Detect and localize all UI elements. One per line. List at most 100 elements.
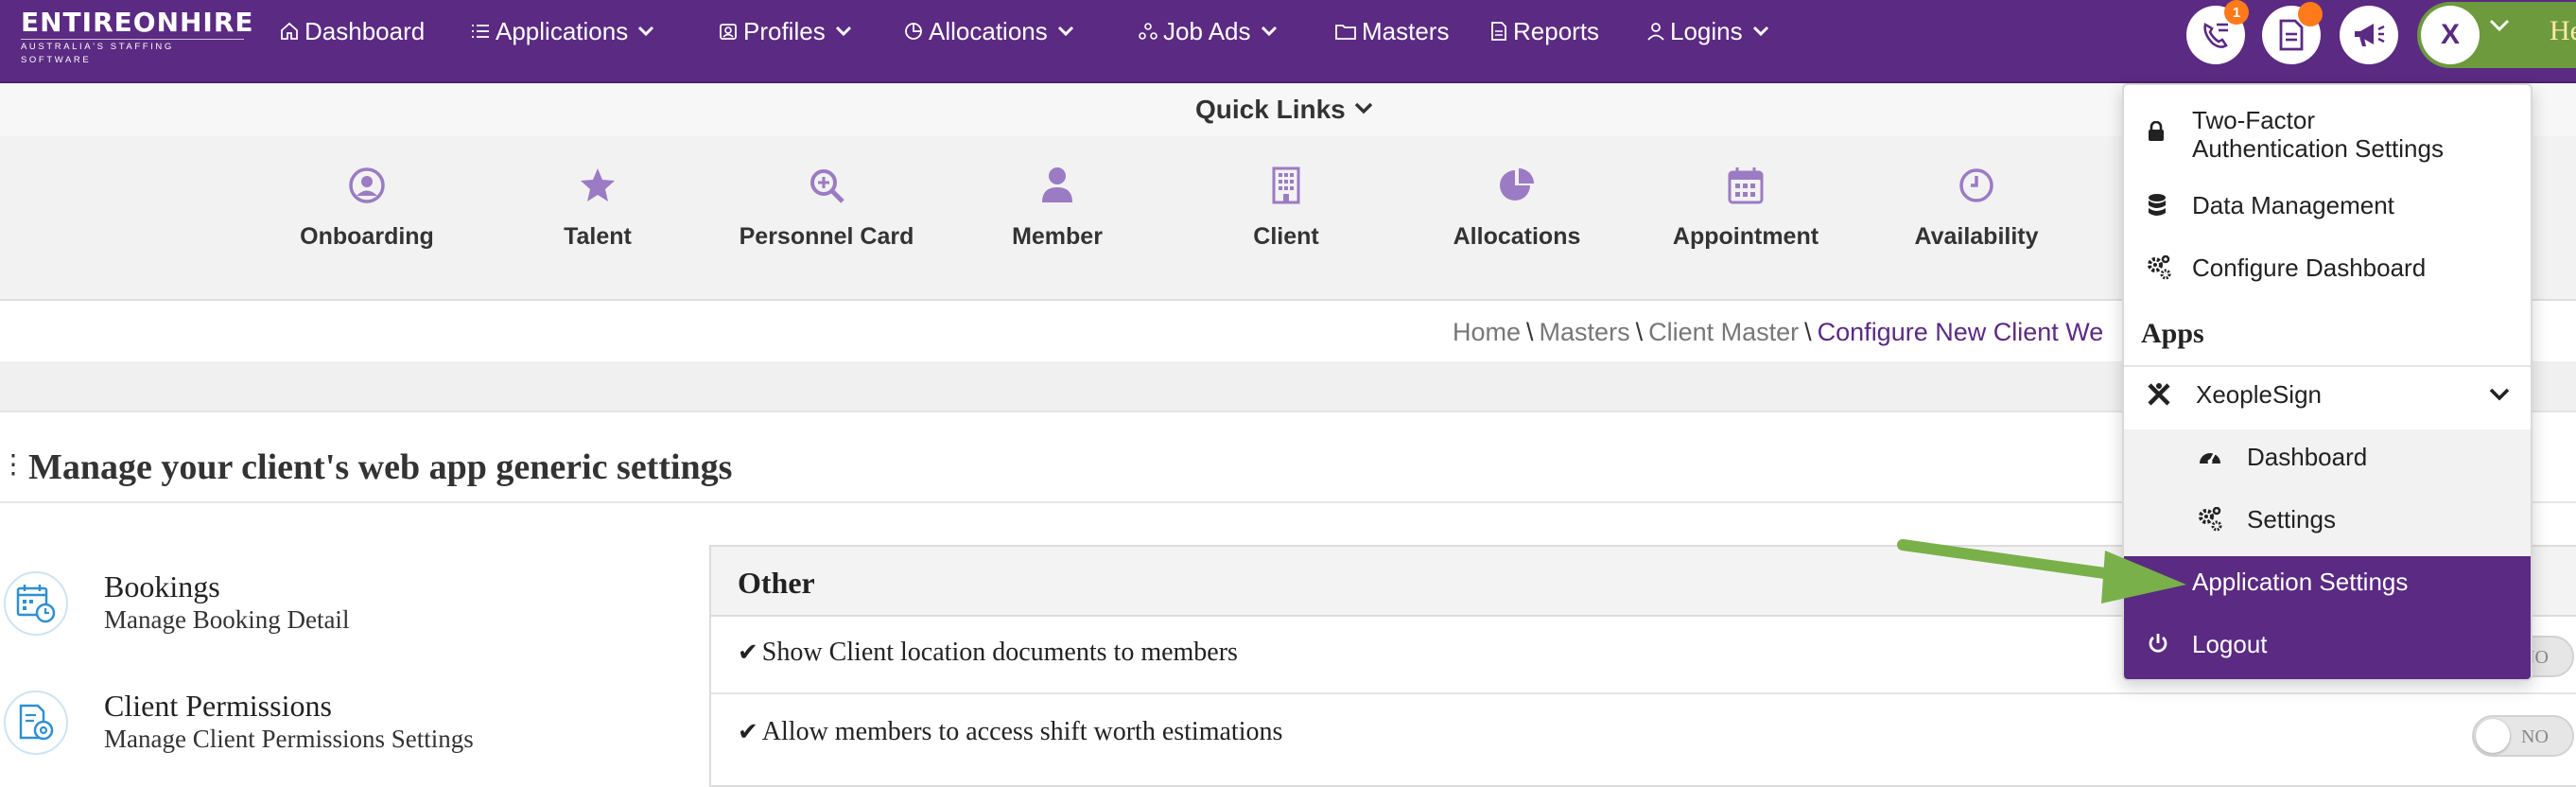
menu-item-logout[interactable]: Logout: [2124, 630, 2531, 675]
notification-dot: [2298, 2, 2323, 26]
brand-logo[interactable]: ENTIREONHIRE AUSTRALIA'S STAFFING SOFTWA…: [21, 7, 254, 67]
quick-link-member[interactable]: Member: [953, 166, 1161, 251]
kebab-icon[interactable]: ⋮: [0, 448, 26, 480]
menu-item-label: Data Management: [2192, 191, 2394, 219]
breadcrumb-separator: \: [1804, 318, 1812, 346]
check-icon: ✔: [738, 638, 758, 667]
quick-link-label: Talent: [564, 223, 632, 250]
nav-allocations-label: Allocations: [929, 16, 1048, 45]
nav-dashboard-label: Dashboard: [305, 16, 426, 45]
sidebar-item-subtitle: Manage Client Permissions Settings: [104, 725, 474, 753]
user-circle-icon: [349, 167, 385, 203]
breadcrumb-home[interactable]: Home: [1453, 318, 1521, 346]
documents-button[interactable]: [2262, 2, 2323, 64]
top-navbar: ENTIREONHIRE AUSTRALIA'S STAFFING SOFTWA…: [0, 0, 2576, 83]
brand-name: ENTIREONHIRE: [21, 7, 254, 38]
quick-link-appointment[interactable]: Appointment: [1642, 166, 1850, 251]
sidebar-item-title: Bookings: [104, 569, 220, 603]
nav-job-ads[interactable]: Job Ads: [1139, 0, 1278, 62]
nav-masters-label: Masters: [1362, 16, 1450, 45]
database-icon: [2149, 194, 2166, 216]
breadcrumb-client-master[interactable]: Client Master: [1648, 318, 1799, 346]
sidebar-item-title: Client Permissions: [104, 689, 332, 723]
quick-link-personnel-card[interactable]: Personnel Card: [722, 166, 931, 251]
quick-link-label: Member: [1012, 223, 1103, 250]
calendar-icon: [1728, 167, 1764, 204]
breadcrumb-separator: \: [1635, 318, 1644, 346]
menu-item-label: XeopleSign: [2196, 380, 2322, 409]
setting-toggle[interactable]: NO: [2472, 715, 2574, 757]
nav-job-ads-label: Job Ads: [1163, 16, 1251, 45]
list-icon: [472, 25, 489, 38]
setting-label: ✔ Show Client location documents to membe…: [738, 638, 1238, 667]
chevron-down-icon: [2489, 388, 2510, 401]
nav-profiles-label: Profiles: [743, 16, 826, 45]
nav-applications[interactable]: Applications: [471, 0, 654, 62]
check-icon: ✔: [738, 718, 758, 746]
nav-masters[interactable]: Masters: [1335, 0, 1449, 62]
menu-item-two-factor[interactable]: Two-Factor Authentication Settings: [2124, 104, 2531, 172]
tachometer-icon: [2200, 452, 2220, 464]
panel-title: Other: [738, 566, 815, 600]
id-card-icon: [720, 24, 737, 40]
menu-item-xeoplesign[interactable]: XeopleSign: [2124, 380, 2531, 426]
nav-reports-label: Reports: [1513, 16, 1600, 45]
setting-label: ✔ Allow members to access shift worth est…: [738, 717, 1283, 746]
submenu-item-dashboard[interactable]: Dashboard: [2124, 443, 2531, 488]
phone-list-icon: [2203, 22, 2228, 48]
quick-link-availability[interactable]: Availability: [1872, 166, 2080, 251]
nav-applications-label: Applications: [496, 16, 629, 45]
lock-icon: [2149, 121, 2164, 141]
nav-logins[interactable]: Logins: [1647, 0, 1769, 62]
sidebar-item-bookings[interactable]: Bookings Manage Booking Detail: [0, 569, 700, 675]
network-icon: [1139, 23, 1157, 40]
menu-item-data-management[interactable]: Data Management: [2124, 191, 2531, 236]
apps-heading: Apps: [2141, 318, 2204, 349]
quick-link-label: Availability: [1914, 223, 2039, 250]
toggle-state: NO: [2521, 726, 2549, 747]
search-plus-icon: [810, 169, 844, 203]
folder-icon: [1335, 25, 1356, 40]
gears-icon: [2148, 255, 2171, 280]
chevron-down-icon: [835, 26, 851, 37]
quick-link-onboarding[interactable]: Onboarding: [263, 166, 471, 251]
gears-icon: [2199, 507, 2222, 532]
building-icon: [1272, 166, 1300, 204]
chevron-down-icon: [1354, 102, 1373, 114]
menu-item-label: Logout: [2192, 630, 2268, 658]
quick-links-title: Quick Links: [1195, 95, 1346, 124]
quick-link-label: Allocations: [1453, 223, 1581, 250]
document-icon: [2279, 19, 2304, 51]
quick-link-talent[interactable]: Talent: [494, 166, 702, 251]
quick-link-client[interactable]: Client: [1182, 166, 1390, 251]
annotation-arrow-icon: [1897, 539, 2186, 603]
clock-icon: [1959, 168, 1993, 202]
menu-item-label: Two-Factor: [2192, 106, 2316, 134]
nav-allocations[interactable]: Allocations: [904, 0, 1074, 62]
breadcrumb-separator: \: [1526, 318, 1534, 346]
calendar-clock-icon: [4, 571, 68, 636]
quick-link-allocations[interactable]: Allocations: [1413, 166, 1621, 251]
page-title: Manage your client's web app generic set…: [28, 447, 733, 487]
toggle-knob: [2476, 719, 2510, 753]
avatar[interactable]: X: [2421, 6, 2480, 64]
call-notifications-button[interactable]: 1: [2186, 0, 2249, 64]
submenu-item-label: Settings: [2247, 505, 2336, 533]
power-icon: [2149, 634, 2167, 653]
nav-profiles[interactable]: Profiles: [719, 0, 852, 62]
sidebar-item-client-permissions[interactable]: Client Permissions Manage Client Permiss…: [0, 689, 700, 787]
announcements-button[interactable]: [2340, 6, 2398, 64]
menu-item-configure-dashboard[interactable]: Configure Dashboard: [2124, 254, 2531, 299]
megaphone-icon: [2355, 24, 2385, 46]
person-icon: [1042, 167, 1072, 202]
user-icon: [1647, 23, 1664, 41]
chevron-down-icon[interactable]: [2489, 19, 2510, 32]
breadcrumb-current: Configure New Client We: [1817, 318, 2104, 346]
breadcrumb-masters[interactable]: Masters: [1540, 318, 1630, 346]
nav-reports[interactable]: Reports: [1490, 0, 1599, 62]
document-gear-icon: [4, 691, 68, 755]
menu-item-label: Configure Dashboard: [2192, 254, 2427, 282]
home-icon: [281, 22, 298, 40]
nav-dashboard[interactable]: Dashboard: [280, 0, 425, 62]
menu-item-label: Authentication Settings: [2192, 134, 2444, 163]
